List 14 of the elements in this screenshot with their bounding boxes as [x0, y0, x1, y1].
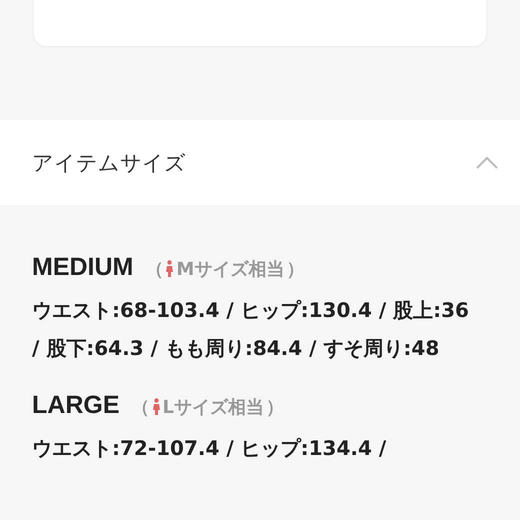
measurements-text: ウエスト:68-103.4 / ヒップ:130.4 / 股上:36 / 股下:64.3 / もも周り:84.4 / すそ周り:48	[32, 297, 470, 362]
parenthesis-close: ）	[286, 258, 304, 281]
parenthesis-open: （	[132, 396, 150, 419]
parenthesis-open: （	[145, 258, 164, 281]
section-title: アイテムサイズ	[32, 150, 186, 176]
woman-icon	[152, 398, 160, 416]
size-note: Lサイズ相当	[162, 396, 264, 419]
woman-icon	[165, 260, 174, 278]
measurements-text: ウエスト:72-107.4 / ヒップ:134.4 /	[32, 435, 388, 462]
parenthesis-close: ）	[266, 396, 284, 419]
chevron-up-icon[interactable]	[476, 156, 498, 168]
size-name: LARGE	[32, 391, 120, 420]
size-name: MEDIUM	[32, 253, 134, 282]
size-note: Mサイズ相当	[176, 258, 284, 281]
